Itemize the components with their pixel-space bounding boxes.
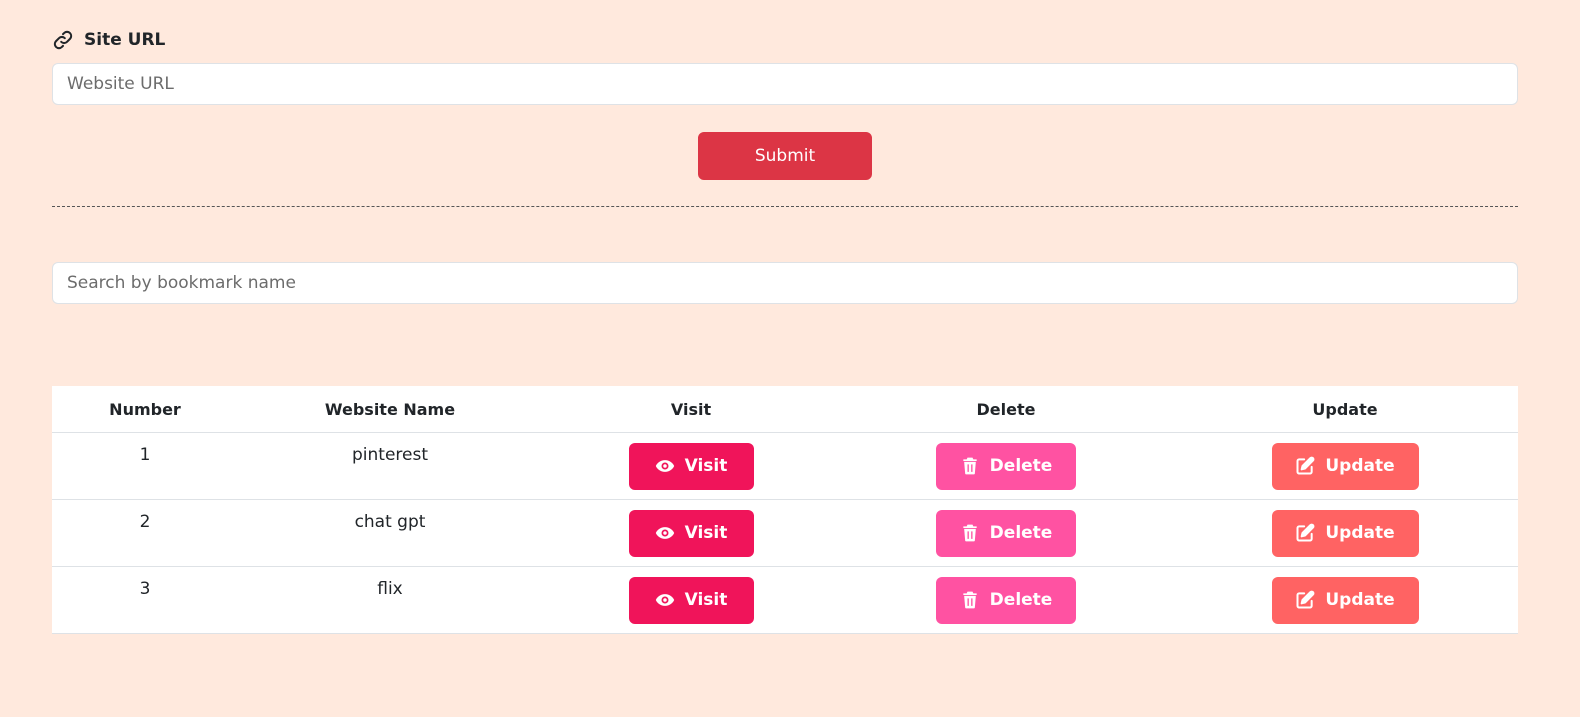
delete-button[interactable]: Delete — [936, 442, 1076, 490]
header-visit: Visit — [542, 386, 840, 433]
edit-icon — [1296, 523, 1315, 542]
delete-label: Delete — [989, 456, 1053, 476]
edit-icon — [1296, 456, 1315, 475]
delete-cell: Delete — [840, 432, 1172, 500]
search-input[interactable] — [52, 262, 1518, 304]
visit-label: Visit — [684, 590, 728, 610]
site-url-label-row: Site URL — [52, 28, 165, 52]
eye-icon — [655, 594, 674, 606]
update-button[interactable]: Update — [1271, 442, 1419, 490]
visit-label: Visit — [684, 456, 728, 476]
delete-label: Delete — [989, 590, 1053, 610]
website-url-input[interactable] — [52, 63, 1518, 105]
update-button[interactable]: Update — [1271, 576, 1419, 624]
trash-icon — [963, 524, 977, 542]
section-divider — [52, 206, 1518, 207]
header-website-name: Website Name — [238, 386, 542, 433]
header-update: Update — [1172, 386, 1518, 433]
update-cell: Update — [1172, 566, 1518, 634]
update-cell: Update — [1172, 432, 1518, 500]
eye-icon — [655, 527, 674, 539]
visit-button[interactable]: Visit — [628, 509, 754, 557]
trash-icon — [963, 591, 977, 609]
visit-button[interactable]: Visit — [628, 576, 754, 624]
visit-cell: Visit — [542, 432, 840, 500]
visit-cell: Visit — [542, 499, 840, 567]
update-cell: Update — [1172, 499, 1518, 567]
visit-button[interactable]: Visit — [628, 442, 754, 490]
visit-cell: Visit — [542, 566, 840, 634]
delete-cell: Delete — [840, 566, 1172, 634]
row-website-name: flix — [238, 566, 542, 634]
update-label: Update — [1325, 590, 1395, 610]
eye-icon — [655, 460, 674, 472]
table-row: 3 flix Visit Delete Update — [52, 566, 1518, 634]
update-button[interactable]: Update — [1271, 509, 1419, 557]
row-number: 1 — [52, 432, 238, 500]
update-label: Update — [1325, 456, 1395, 476]
delete-button[interactable]: Delete — [936, 576, 1076, 624]
submit-button[interactable]: Submit — [698, 132, 872, 180]
header-number: Number — [52, 386, 238, 433]
row-website-name: pinterest — [238, 432, 542, 500]
update-label: Update — [1325, 523, 1395, 543]
table-header-row: Number Website Name Visit Delete Update — [52, 386, 1518, 433]
trash-icon — [963, 457, 977, 475]
site-url-label: Site URL — [84, 30, 166, 50]
table-row: 1 pinterest Visit Delete Update — [52, 432, 1518, 500]
delete-button[interactable]: Delete — [936, 509, 1076, 557]
row-number: 3 — [52, 566, 238, 634]
delete-cell: Delete — [840, 499, 1172, 567]
row-website-name: chat gpt — [238, 499, 542, 567]
visit-label: Visit — [684, 523, 728, 543]
delete-label: Delete — [989, 523, 1053, 543]
header-delete: Delete — [840, 386, 1172, 433]
row-number: 2 — [52, 499, 238, 567]
link-icon — [52, 29, 74, 51]
bookmarks-table: Number Website Name Visit Delete Update … — [52, 386, 1518, 634]
edit-icon — [1296, 590, 1315, 609]
table-row: 2 chat gpt Visit Delete Update — [52, 499, 1518, 567]
